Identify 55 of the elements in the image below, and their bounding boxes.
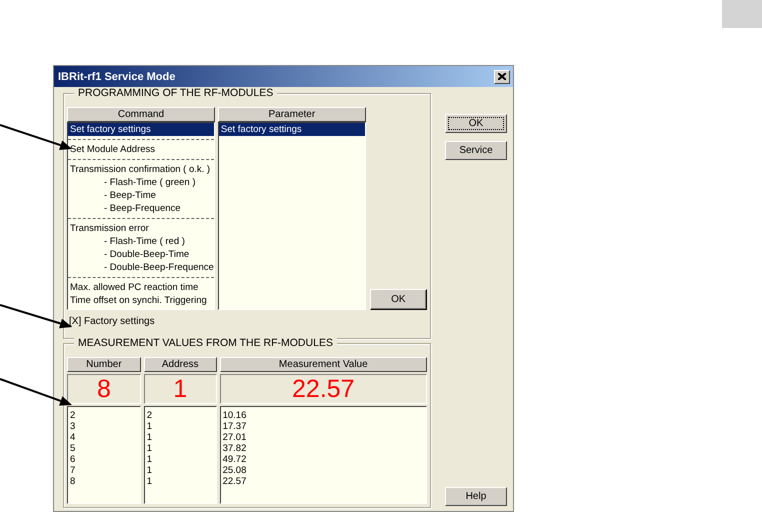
close-icon: [498, 73, 506, 80]
dialog-button[interactable]: Help: [445, 487, 507, 506]
table-cell-text: 25.08: [222, 465, 248, 476]
table-cell-text: 8: [70, 476, 76, 487]
command-item[interactable]: Time offset on synchi. Triggering: [68, 294, 214, 307]
table-cell-text: 1: [146, 476, 154, 487]
command-subitem[interactable]: - Double-Beep-Frequence: [68, 261, 214, 274]
table-cell-text: 5: [70, 443, 76, 454]
table-cell-text: 1: [146, 465, 154, 476]
command-subitem[interactable]: - Double-Beep-Time: [68, 248, 214, 261]
group-title: PROGRAMMING OF THE RF-MODULES: [74, 87, 278, 99]
command-item[interactable]: Max. allowed PC reaction time: [68, 281, 214, 294]
table-cell-text: 6: [70, 454, 76, 465]
command-item[interactable]: Set Module Address: [68, 143, 214, 156]
table-cell-text: 3: [70, 421, 76, 432]
column-header[interactable]: Measurement Value: [220, 357, 427, 372]
command-item[interactable]: Set factory settings: [68, 123, 214, 136]
table-cell-text: 49.72: [222, 454, 248, 465]
command-subitem[interactable]: - Flash-Time ( green ): [68, 176, 214, 189]
parameter-item[interactable]: Set factory settings: [218, 123, 365, 136]
table-cell-text: 22.57: [222, 476, 248, 487]
close-button[interactable]: [494, 70, 510, 84]
current-value: 8: [67, 374, 141, 404]
dialog-button[interactable]: Service: [445, 141, 507, 160]
annotation-arrow: [0, 124, 72, 150]
status-text: [X] Factory settings: [68, 315, 156, 328]
command-subitem[interactable]: - Beep-Time: [68, 189, 214, 202]
window-title: IBRit-rf1 Service Mode: [58, 70, 176, 82]
current-value: 1: [144, 374, 217, 404]
column-header[interactable]: Command: [67, 107, 215, 122]
table-cell-text: 27.01: [222, 432, 248, 443]
column-header[interactable]: Address: [144, 357, 217, 372]
table-cell-text: 2: [146, 410, 154, 421]
group-title: MEASUREMENT VALUES FROM THE RF-MODULES: [74, 337, 337, 349]
current-value: 22.57: [220, 374, 427, 404]
table-cell-text: 1: [146, 443, 154, 454]
table-cell-text: 37.82: [222, 443, 248, 454]
annotation-arrow: [0, 378, 72, 406]
table-cell-text: 1: [146, 454, 154, 465]
table-cell-text: 17.37: [222, 421, 248, 432]
table-cell-text: 10.16: [222, 410, 248, 421]
table-cell-text: 1: [146, 432, 154, 443]
table-cell-text: 4: [70, 432, 76, 443]
dialog-button[interactable]: OK: [445, 114, 507, 133]
table-cell-text: 1: [146, 421, 154, 432]
table-cell-text: 7: [70, 465, 76, 476]
column-header[interactable]: Number: [67, 357, 141, 372]
table-cell-text: 2: [70, 410, 76, 421]
command-subitem[interactable]: - Beep-Frequence: [68, 202, 214, 215]
corner-block: [722, 0, 762, 28]
command-item[interactable]: Transmission error: [68, 222, 214, 235]
ok-button[interactable]: OK: [370, 289, 427, 310]
command-item[interactable]: Transmission confirmation ( o.k. ): [68, 163, 214, 176]
command-subitem[interactable]: - Flash-Time ( red ): [68, 235, 214, 248]
column-header[interactable]: Parameter: [218, 107, 366, 122]
